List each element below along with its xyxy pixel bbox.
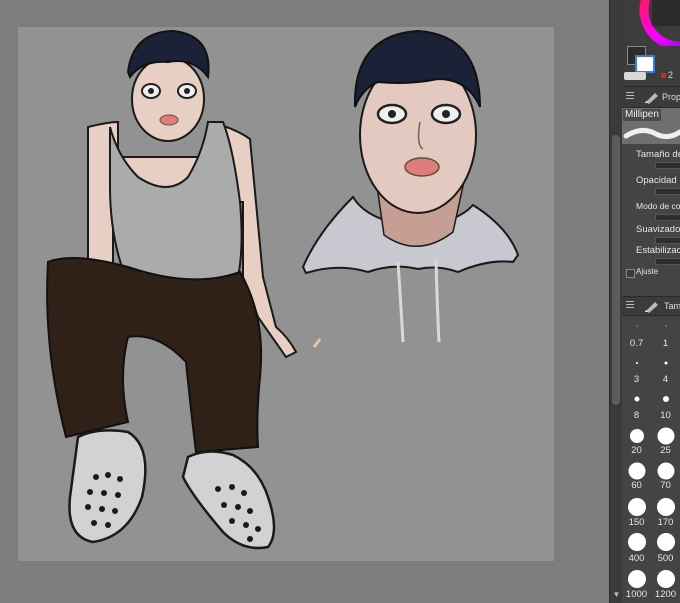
brush-size-label: 3 <box>633 374 640 385</box>
stabilization-slider[interactable] <box>655 258 680 265</box>
scrollbar-thumb[interactable] <box>612 135 620 405</box>
brush-size-dot <box>662 396 669 402</box>
tool-property-header: Prop <box>622 87 680 108</box>
pen-tool-icon <box>645 93 658 104</box>
property-label: Modo de com <box>636 201 680 211</box>
color-indicator-icon <box>661 73 666 78</box>
brush-size-option[interactable]: 20 <box>622 421 651 456</box>
brush-size-dot <box>657 462 674 480</box>
brush-size-label: 8 <box>633 410 640 421</box>
blend-mode-select[interactable] <box>655 214 680 221</box>
brush-size-option[interactable]: 10 <box>651 386 680 421</box>
brush-size-tool-icon <box>645 302 658 313</box>
brush-size-dot <box>636 325 637 327</box>
property-label: Estabilizac <box>636 245 680 256</box>
brush-size-dot <box>628 462 645 480</box>
brush-size-dot <box>665 325 666 327</box>
color-wheel[interactable] <box>622 0 680 46</box>
character-artwork <box>46 29 520 550</box>
brush-size-option[interactable]: 1 <box>651 316 680 351</box>
brush-size-dot <box>627 533 646 551</box>
brush-size-dot <box>629 429 644 443</box>
tool-property-tab-label[interactable]: Prop <box>662 92 680 102</box>
brush-size-dot <box>656 498 675 516</box>
brush-stroke-preview <box>623 128 680 140</box>
brush-size-option[interactable]: 1200 <box>651 563 680 600</box>
brush-size-option[interactable]: 70 <box>651 456 680 491</box>
brush-size-label: 1000 <box>625 589 648 600</box>
brush-size-label: 0.7 <box>629 338 644 349</box>
color-value-text: 2 <box>668 70 674 80</box>
brush-size-option[interactable]: 60 <box>622 456 651 491</box>
brush-size-option[interactable]: 3 <box>622 351 651 386</box>
brush-size-option[interactable]: 4 <box>651 351 680 386</box>
brush-size-label: 25 <box>660 445 671 456</box>
brush-size-dot <box>627 498 646 516</box>
brush-size-dot <box>656 533 675 551</box>
color-panel: 2 <box>622 0 680 87</box>
brush-size-dot <box>635 362 638 364</box>
transparent-color-toggle[interactable] <box>624 72 646 80</box>
brush-preview: Millipen <box>622 108 680 144</box>
property-opacity[interactable]: Opacidad <box>622 172 680 198</box>
brush-size-tab-label[interactable]: Tam <box>664 301 680 311</box>
panel-menu-icon[interactable] <box>626 301 634 310</box>
brush-size-option[interactable]: 8 <box>622 386 651 421</box>
brush-size-option[interactable]: 150 <box>622 491 651 528</box>
brush-size-dot <box>664 361 667 365</box>
brush-size-option[interactable]: 500 <box>651 527 680 564</box>
brush-size-label: 1200 <box>654 589 677 600</box>
opacity-slider[interactable] <box>655 188 680 195</box>
scroll-down-arrow-icon[interactable]: ▼ <box>612 590 621 600</box>
brush-size-option[interactable]: 400 <box>622 527 651 564</box>
right-tool-panel: 2 Prop Millipen Tamaño de Opacidad Modo … <box>622 0 680 603</box>
sub-color-swatch[interactable] <box>635 55 655 73</box>
property-adjust[interactable]: Ajuste <box>622 265 680 279</box>
brush-size-header: Tam <box>622 296 680 316</box>
brush-size-label: 4 <box>662 374 669 385</box>
vertical-scrollbar[interactable]: ▼ <box>609 0 623 603</box>
property-brush-size[interactable]: Tamaño de <box>622 146 680 172</box>
drawing-canvas[interactable] <box>18 27 554 561</box>
brush-size-slider[interactable] <box>655 162 680 169</box>
brush-size-label: 10 <box>660 410 671 421</box>
brush-size-label: 60 <box>631 480 642 491</box>
brush-name-label: Millipen <box>623 109 661 121</box>
panel-menu-icon[interactable] <box>626 92 634 101</box>
property-label: Tamaño de <box>636 149 680 160</box>
brush-size-option[interactable]: 170 <box>651 491 680 528</box>
property-label: Ajuste <box>636 267 659 276</box>
property-label: Opacidad <box>636 175 677 186</box>
brush-size-grid: 0.7 1 3 4 8 10 20 25 60 70 150 170 400 5… <box>622 316 680 603</box>
adjust-checkbox[interactable] <box>626 269 635 278</box>
brush-size-label: 70 <box>660 480 671 491</box>
brush-size-dot <box>627 570 646 588</box>
drawing-workspace[interactable] <box>0 0 609 603</box>
brush-size-dot <box>656 570 675 588</box>
brush-size-label: 20 <box>631 445 642 456</box>
property-label: Suavizado <box>636 224 680 235</box>
brush-size-label: 1 <box>662 338 669 349</box>
brush-size-option[interactable]: 25 <box>651 421 680 456</box>
brush-size-dot <box>657 427 674 445</box>
brush-size-dot <box>634 396 639 402</box>
brush-size-option[interactable]: 0.7 <box>622 316 651 351</box>
brush-size-option[interactable]: 1000 <box>622 563 651 600</box>
